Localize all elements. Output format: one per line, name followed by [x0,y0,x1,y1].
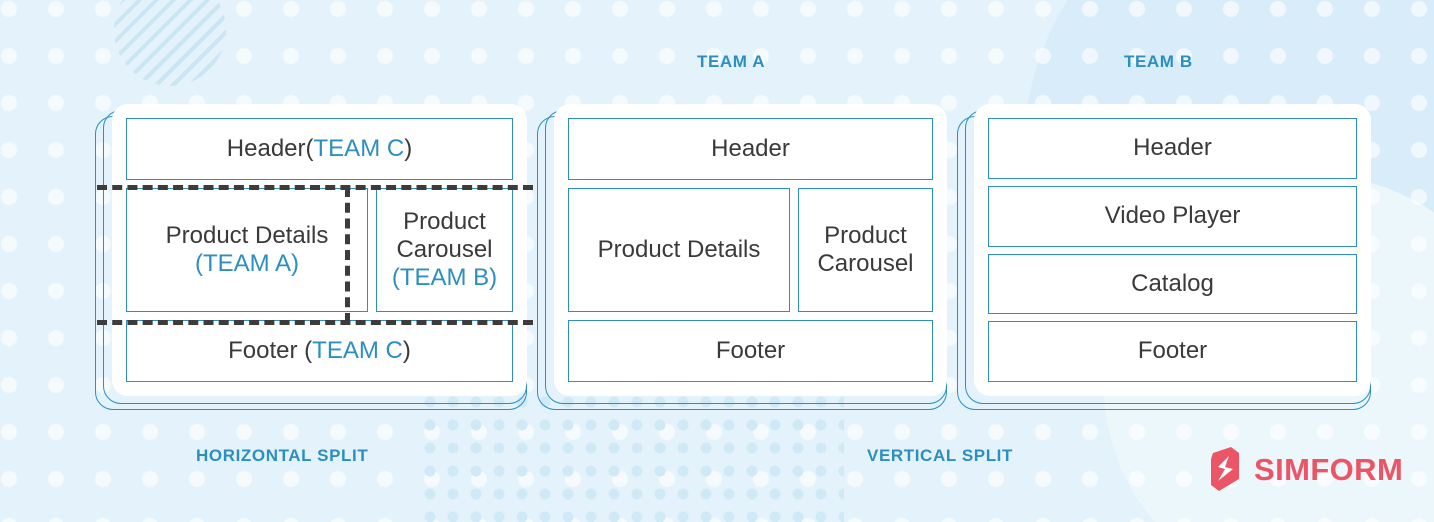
box-product-carousel: Product Carousel (TEAM B) [376,188,513,312]
box-product-details-team: (TEAM A) [194,250,299,277]
caption-horizontal-split: HORIZONTAL SPLIT [196,446,369,465]
box-header: Header [988,118,1357,179]
panel-card: Header(TEAM C) Product Details (TEAM A) … [112,104,527,396]
simform-logo: SIMFORM [1205,447,1403,491]
box-header-suffix: ) [404,134,413,162]
box-product-details-label: Product Details [165,221,329,249]
panel-card: Header Product Details Product Carousel … [554,104,947,396]
box-footer-team: TEAM C [312,336,403,364]
striped-circle-decoration [114,0,226,86]
box-footer-suffix: ) [402,336,411,364]
middle-row: Product Details (TEAM A) Product Carouse… [126,188,513,312]
caption-vertical-split: VERTICAL SPLIT [867,446,1013,465]
box-catalog: Catalog [988,253,1357,315]
box-video-player: Video Player [988,185,1357,247]
dashed-split-line-top [97,185,533,190]
box-footer: Footer (TEAM C) [126,320,513,382]
box-product-details: Product Details [568,188,790,312]
background-dot-grid [424,396,844,522]
box-product-carousel: Product Carousel [798,188,933,312]
simform-wordmark: SIMFORM [1254,451,1404,487]
middle-row: Product Details Product Carousel [568,188,933,312]
caption-team-a: TEAM A [697,52,766,71]
box-footer: Footer [568,320,933,382]
box-product-carousel-team: (TEAM B) [391,264,498,292]
box-header-team: TEAM C [313,134,405,162]
box-product-details: Product Details (TEAM A) [126,188,368,312]
simform-mark-icon [1211,447,1239,491]
panel-card: Header Video Player Catalog Footer [974,104,1371,396]
box-footer-label: Footer ( [228,336,313,364]
box-footer: Footer [988,321,1357,382]
box-header: Header [568,118,933,180]
box-header: Header(TEAM C) [126,118,513,180]
box-header-label: Header( [226,134,314,162]
box-product-carousel-label: Product Carousel [396,207,493,263]
dashed-split-line-bottom [97,320,533,325]
caption-team-b: TEAM B [1124,52,1193,71]
dashed-split-line-vertical [345,187,350,323]
